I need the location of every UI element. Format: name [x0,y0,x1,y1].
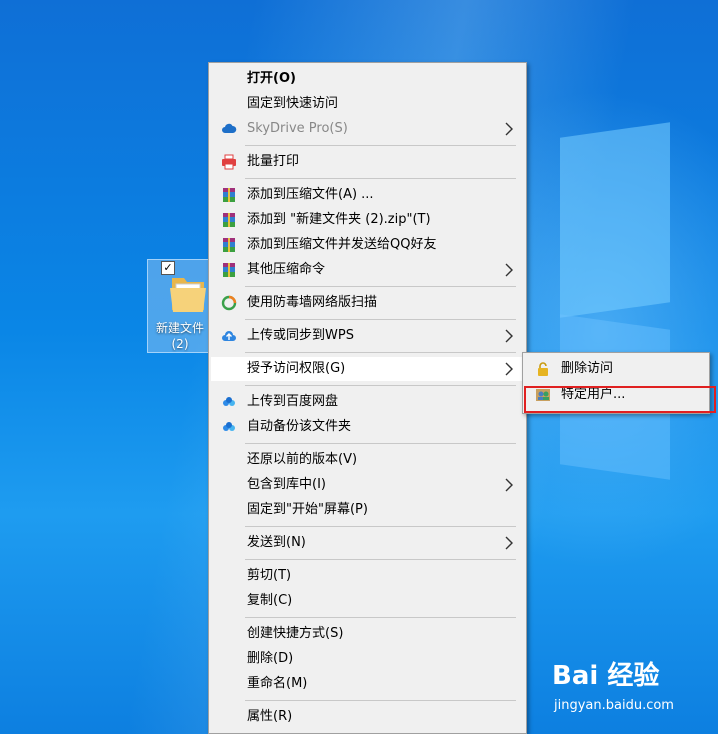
baidu-watermark: Bai 经验 jingyan.baidu.com [552,660,712,720]
menu-item-16[interactable]: 发送到(N) [211,531,524,555]
lock-icon [538,362,548,376]
winrar-icon [221,262,237,278]
menu-item-7[interactable]: 其他压缩命令 [211,258,524,282]
baidu-netdisk-icon [221,394,237,410]
menu-separator [245,559,516,560]
menu-separator [245,178,516,179]
menu-separator [245,286,516,287]
menu-item-label: 打开(O) [247,71,296,86]
menu-item-label: 创建快捷方式(S) [247,626,344,641]
chevron-right-icon [504,477,514,493]
menu-item-label: 还原以前的版本(V) [247,452,358,467]
menu-item-15[interactable]: 固定到"开始"屏幕(P) [211,498,524,522]
menu-item-label: 删除(D) [247,651,294,666]
menu-item-13[interactable]: 还原以前的版本(V) [211,448,524,472]
windows-logo-pane [560,122,670,318]
chevron-right-icon [504,328,514,344]
menu-item-label: 使用防毒墙网络版扫描 [247,295,378,310]
menu-item-9[interactable]: 上传或同步到WPS [211,324,524,348]
menu-item-4[interactable]: 添加到压缩文件(A) ... [211,183,524,207]
menu-item-label: 上传到百度网盘 [247,394,339,409]
menu-item-label: 剪切(T) [247,568,292,583]
menu-item-label: 上传或同步到WPS [247,328,354,343]
desktop-folder[interactable]: ✓ 新建文件 (2) [147,259,209,353]
folder-label: 新建文件 (2) [155,321,204,351]
menu-item-label: 固定到"开始"屏幕(P) [247,502,368,517]
menu-separator [245,526,516,527]
menu-item-19[interactable]: 创建快捷方式(S) [211,622,524,646]
menu-item-label: 批量打印 [247,154,300,169]
menu-item-11[interactable]: 上传到百度网盘 [211,390,524,414]
cloud-icon [221,121,237,137]
submenu-item-remove-access[interactable]: 删除访问 [525,357,707,381]
context-menu: 打开(O) 固定到快速访问 SkyDrive Pro(S) 批量打印添加到压缩文件(A… [208,62,527,734]
menu-item-2[interactable]: SkyDrive Pro(S) [211,117,524,141]
menu-item-22[interactable]: 属性(R) [211,705,524,729]
menu-item-12[interactable]: 自动备份该文件夹 [211,415,524,439]
menu-item-14[interactable]: 包含到库中(I) [211,473,524,497]
menu-item-18[interactable]: 复制(C) [211,589,524,613]
chevron-right-icon [504,535,514,551]
chevron-right-icon [504,121,514,137]
menu-item-5[interactable]: 添加到 "新建文件夹 (2).zip"(T) [211,208,524,232]
wps-cloud-icon [221,328,237,344]
menu-item-label: 授予访问权限(G) [247,361,346,376]
winrar-icon [221,237,237,253]
menu-separator [245,319,516,320]
menu-separator [245,617,516,618]
menu-item-label: 发送到(N) [247,535,306,550]
folder-icon [170,278,206,312]
menu-item-20[interactable]: 删除(D) [211,647,524,671]
menu-separator [245,385,516,386]
menu-item-8[interactable]: 使用防毒墙网络版扫描 [211,291,524,315]
winrar-icon [221,212,237,228]
menu-item-1[interactable]: 固定到快速访问 [211,92,524,116]
antivirus-icon [221,295,237,311]
menu-item-label: 自动备份该文件夹 [247,419,352,434]
menu-item-label: 其他压缩命令 [247,262,326,277]
menu-item-21[interactable]: 重命名(M) [211,672,524,696]
printer-icon [221,154,237,170]
menu-item-10[interactable]: 授予访问权限(G) [211,357,524,381]
menu-separator [245,145,516,146]
menu-item-label: 固定到快速访问 [247,96,339,111]
menu-item-0[interactable]: 打开(O) [211,67,524,91]
menu-item-label: 重命名(M) [247,676,308,691]
baidu-netdisk-icon [221,419,237,435]
menu-item-3[interactable]: 批量打印 [211,150,524,174]
menu-separator [245,352,516,353]
annotation-highlight-box [524,386,716,413]
menu-item-label: 包含到库中(I) [247,477,326,492]
menu-item-label: 属性(R) [247,709,293,724]
watermark-url: jingyan.baidu.com [554,698,674,713]
menu-item-label: 添加到 "新建文件夹 (2).zip"(T) [247,212,431,227]
menu-item-6[interactable]: 添加到压缩文件并发送给QQ好友 [211,233,524,257]
menu-item-label: 添加到压缩文件并发送给QQ好友 [247,237,437,252]
baidu-logo: Bai 经验 [552,661,660,691]
menu-item-label: 复制(C) [247,593,293,608]
menu-item-label: SkyDrive Pro(S) [247,121,348,136]
menu-separator [245,443,516,444]
chevron-right-icon [504,262,514,278]
winrar-icon [221,187,237,203]
menu-item-label: 添加到压缩文件(A) ... [247,187,374,202]
chevron-right-icon [504,361,514,377]
menu-item-17[interactable]: 剪切(T) [211,564,524,588]
menu-separator [245,700,516,701]
